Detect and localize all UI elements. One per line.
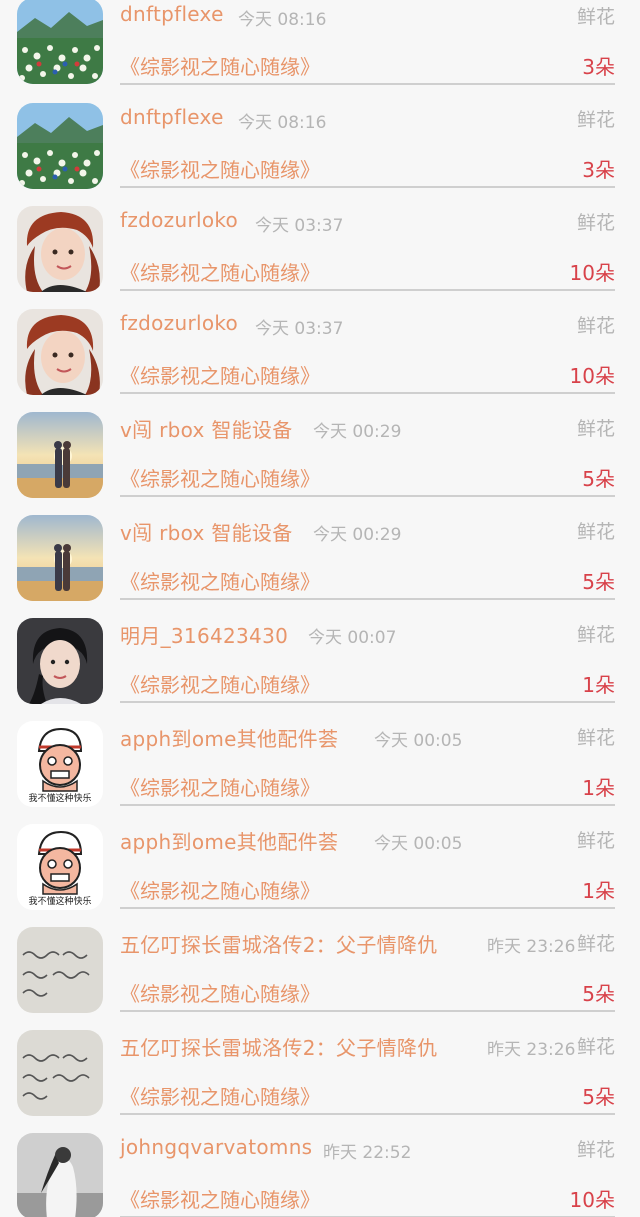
timestamp: 今天 08:16 [238,10,327,30]
flower-count: 5朵 [582,1085,615,1109]
flower-count: 1朵 [582,673,615,697]
timestamp: 今天 03:37 [255,319,344,339]
timestamp: 昨天 23:26 [487,1040,576,1060]
list-item[interactable]: 明月_316423430 今天 00:07 鲜花 《综影视之随心随缘》 1朵 [0,618,640,722]
avatar[interactable] [17,103,103,189]
book-title[interactable]: 《综影视之随心随缘》 [120,875,320,904]
sender-name[interactable]: v闯 rbox 智能设备 [120,414,293,443]
gift-type: 鲜花 [574,929,615,956]
divider [120,1113,615,1115]
sender-name[interactable]: apph到ome其他配件荟 [120,826,338,855]
flower-count: 5朵 [582,467,615,491]
book-title[interactable]: 《综影视之随心随缘》 [120,463,320,492]
sender-name[interactable]: 明月_316423430 [120,620,288,649]
avatar[interactable] [17,1133,103,1217]
sender-name[interactable]: v闯 rbox 智能设备 [120,517,293,546]
avatar-caption: 我不懂这种快乐 [28,897,92,907]
sender-name[interactable]: dnftpflexe [120,2,224,26]
divider [120,804,615,806]
book-title[interactable]: 《综影视之随心随缘》 [120,257,320,286]
divider [120,1010,615,1012]
timestamp: 今天 03:37 [255,216,344,236]
timestamp: 今天 00:05 [374,834,463,854]
book-title[interactable]: 《综影视之随心随缘》 [120,154,320,183]
timestamp: 今天 00:07 [308,628,397,648]
divider [120,186,615,188]
timestamp: 今天 00:29 [313,525,402,545]
avatar[interactable] [17,618,103,704]
list-item[interactable]: v闯 rbox 智能设备 今天 00:29 鲜花 《综影视之随心随缘》 5朵 [0,515,640,619]
sender-name[interactable]: dnftpflexe [120,105,224,129]
book-title[interactable]: 《综影视之随心随缘》 [120,360,320,389]
gift-type: 鲜花 [574,414,615,441]
avatar[interactable] [17,206,103,292]
book-title[interactable]: 《综影视之随心随缘》 [120,978,320,1007]
avatar[interactable]: 我不懂这种快乐 [17,824,103,910]
book-title[interactable]: 《综影视之随心随缘》 [120,51,320,80]
gift-type: 鲜花 [574,2,615,29]
flower-count: 5朵 [582,982,615,1006]
gift-type: 鲜花 [574,723,615,750]
avatar[interactable] [17,927,103,1013]
flower-count: 3朵 [582,158,615,182]
sender-name[interactable]: 五亿叮探长雷城洛传2：父子情降仇 [120,1032,438,1061]
timestamp: 今天 00:05 [374,731,463,751]
timestamp: 昨天 23:26 [487,937,576,957]
avatar[interactable]: 我不懂这种快乐 [17,721,103,807]
timestamp: 今天 08:16 [238,113,327,133]
divider [120,289,615,291]
gift-type: 鲜花 [574,105,615,132]
avatar[interactable] [17,309,103,395]
list-item[interactable]: johngqvarvatomns 昨天 22:52 鲜花 《综影视之随心随缘》 … [0,1133,640,1217]
divider [120,701,615,703]
flower-count: 1朵 [582,879,615,903]
gift-type: 鲜花 [574,1135,615,1162]
flower-count: 1朵 [582,776,615,800]
avatar[interactable] [17,412,103,498]
sender-name[interactable]: fzdozurloko [120,208,238,232]
timestamp: 昨天 22:52 [323,1143,412,1163]
book-title[interactable]: 《综影视之随心随缘》 [120,566,320,595]
avatar[interactable] [17,1030,103,1116]
flower-count: 3朵 [582,55,615,79]
list-item[interactable]: 我不懂这种快乐 apph到ome其他配件荟 今天 00:05 鲜花 《综影视之随… [0,721,640,825]
sender-name[interactable]: johngqvarvatomns [120,1135,312,1159]
gift-type: 鲜花 [574,208,615,235]
list-item[interactable]: dnftpflexe 今天 08:16 鲜花 《综影视之随心随缘》 3朵 [0,103,640,207]
flower-count: 10朵 [569,261,615,285]
avatar-caption: 我不懂这种快乐 [28,794,92,804]
avatar[interactable] [17,0,103,84]
sender-name[interactable]: apph到ome其他配件荟 [120,723,338,752]
flower-count: 5朵 [582,570,615,594]
list-item[interactable]: fzdozurloko 今天 03:37 鲜花 《综影视之随心随缘》 10朵 [0,309,640,413]
list-item[interactable]: fzdozurloko 今天 03:37 鲜花 《综影视之随心随缘》 10朵 [0,206,640,310]
gift-type: 鲜花 [574,517,615,544]
book-title[interactable]: 《综影视之随心随缘》 [120,669,320,698]
list-item[interactable]: dnftpflexe 今天 08:16 鲜花 《综影视之随心随缘》 3朵 [0,0,640,104]
flower-gift-list: dnftpflexe 今天 08:16 鲜花 《综影视之随心随缘》 3朵 dnf… [0,0,640,1217]
list-item[interactable]: 我不懂这种快乐 apph到ome其他配件荟 今天 00:05 鲜花 《综影视之随… [0,824,640,928]
gift-type: 鲜花 [574,311,615,338]
avatar[interactable] [17,515,103,601]
divider [120,392,615,394]
flower-count: 10朵 [569,1188,615,1212]
list-item[interactable]: v闯 rbox 智能设备 今天 00:29 鲜花 《综影视之随心随缘》 5朵 [0,412,640,516]
divider [120,907,615,909]
gift-type: 鲜花 [574,620,615,647]
sender-name[interactable]: 五亿叮探长雷城洛传2：父子情降仇 [120,929,438,958]
book-title[interactable]: 《综影视之随心随缘》 [120,772,320,801]
book-title[interactable]: 《综影视之随心随缘》 [120,1081,320,1110]
divider [120,598,615,600]
gift-type: 鲜花 [574,1032,615,1059]
book-title[interactable]: 《综影视之随心随缘》 [120,1184,320,1213]
list-item[interactable]: 五亿叮探长雷城洛传2：父子情降仇 昨天 23:26 鲜花 《综影视之随心随缘》 … [0,927,640,1031]
timestamp: 今天 00:29 [313,422,402,442]
flower-count: 10朵 [569,364,615,388]
divider [120,83,615,85]
list-item[interactable]: 五亿叮探长雷城洛传2：父子情降仇 昨天 23:26 鲜花 《综影视之随心随缘》 … [0,1030,640,1134]
gift-type: 鲜花 [574,826,615,853]
divider [120,495,615,497]
sender-name[interactable]: fzdozurloko [120,311,238,335]
